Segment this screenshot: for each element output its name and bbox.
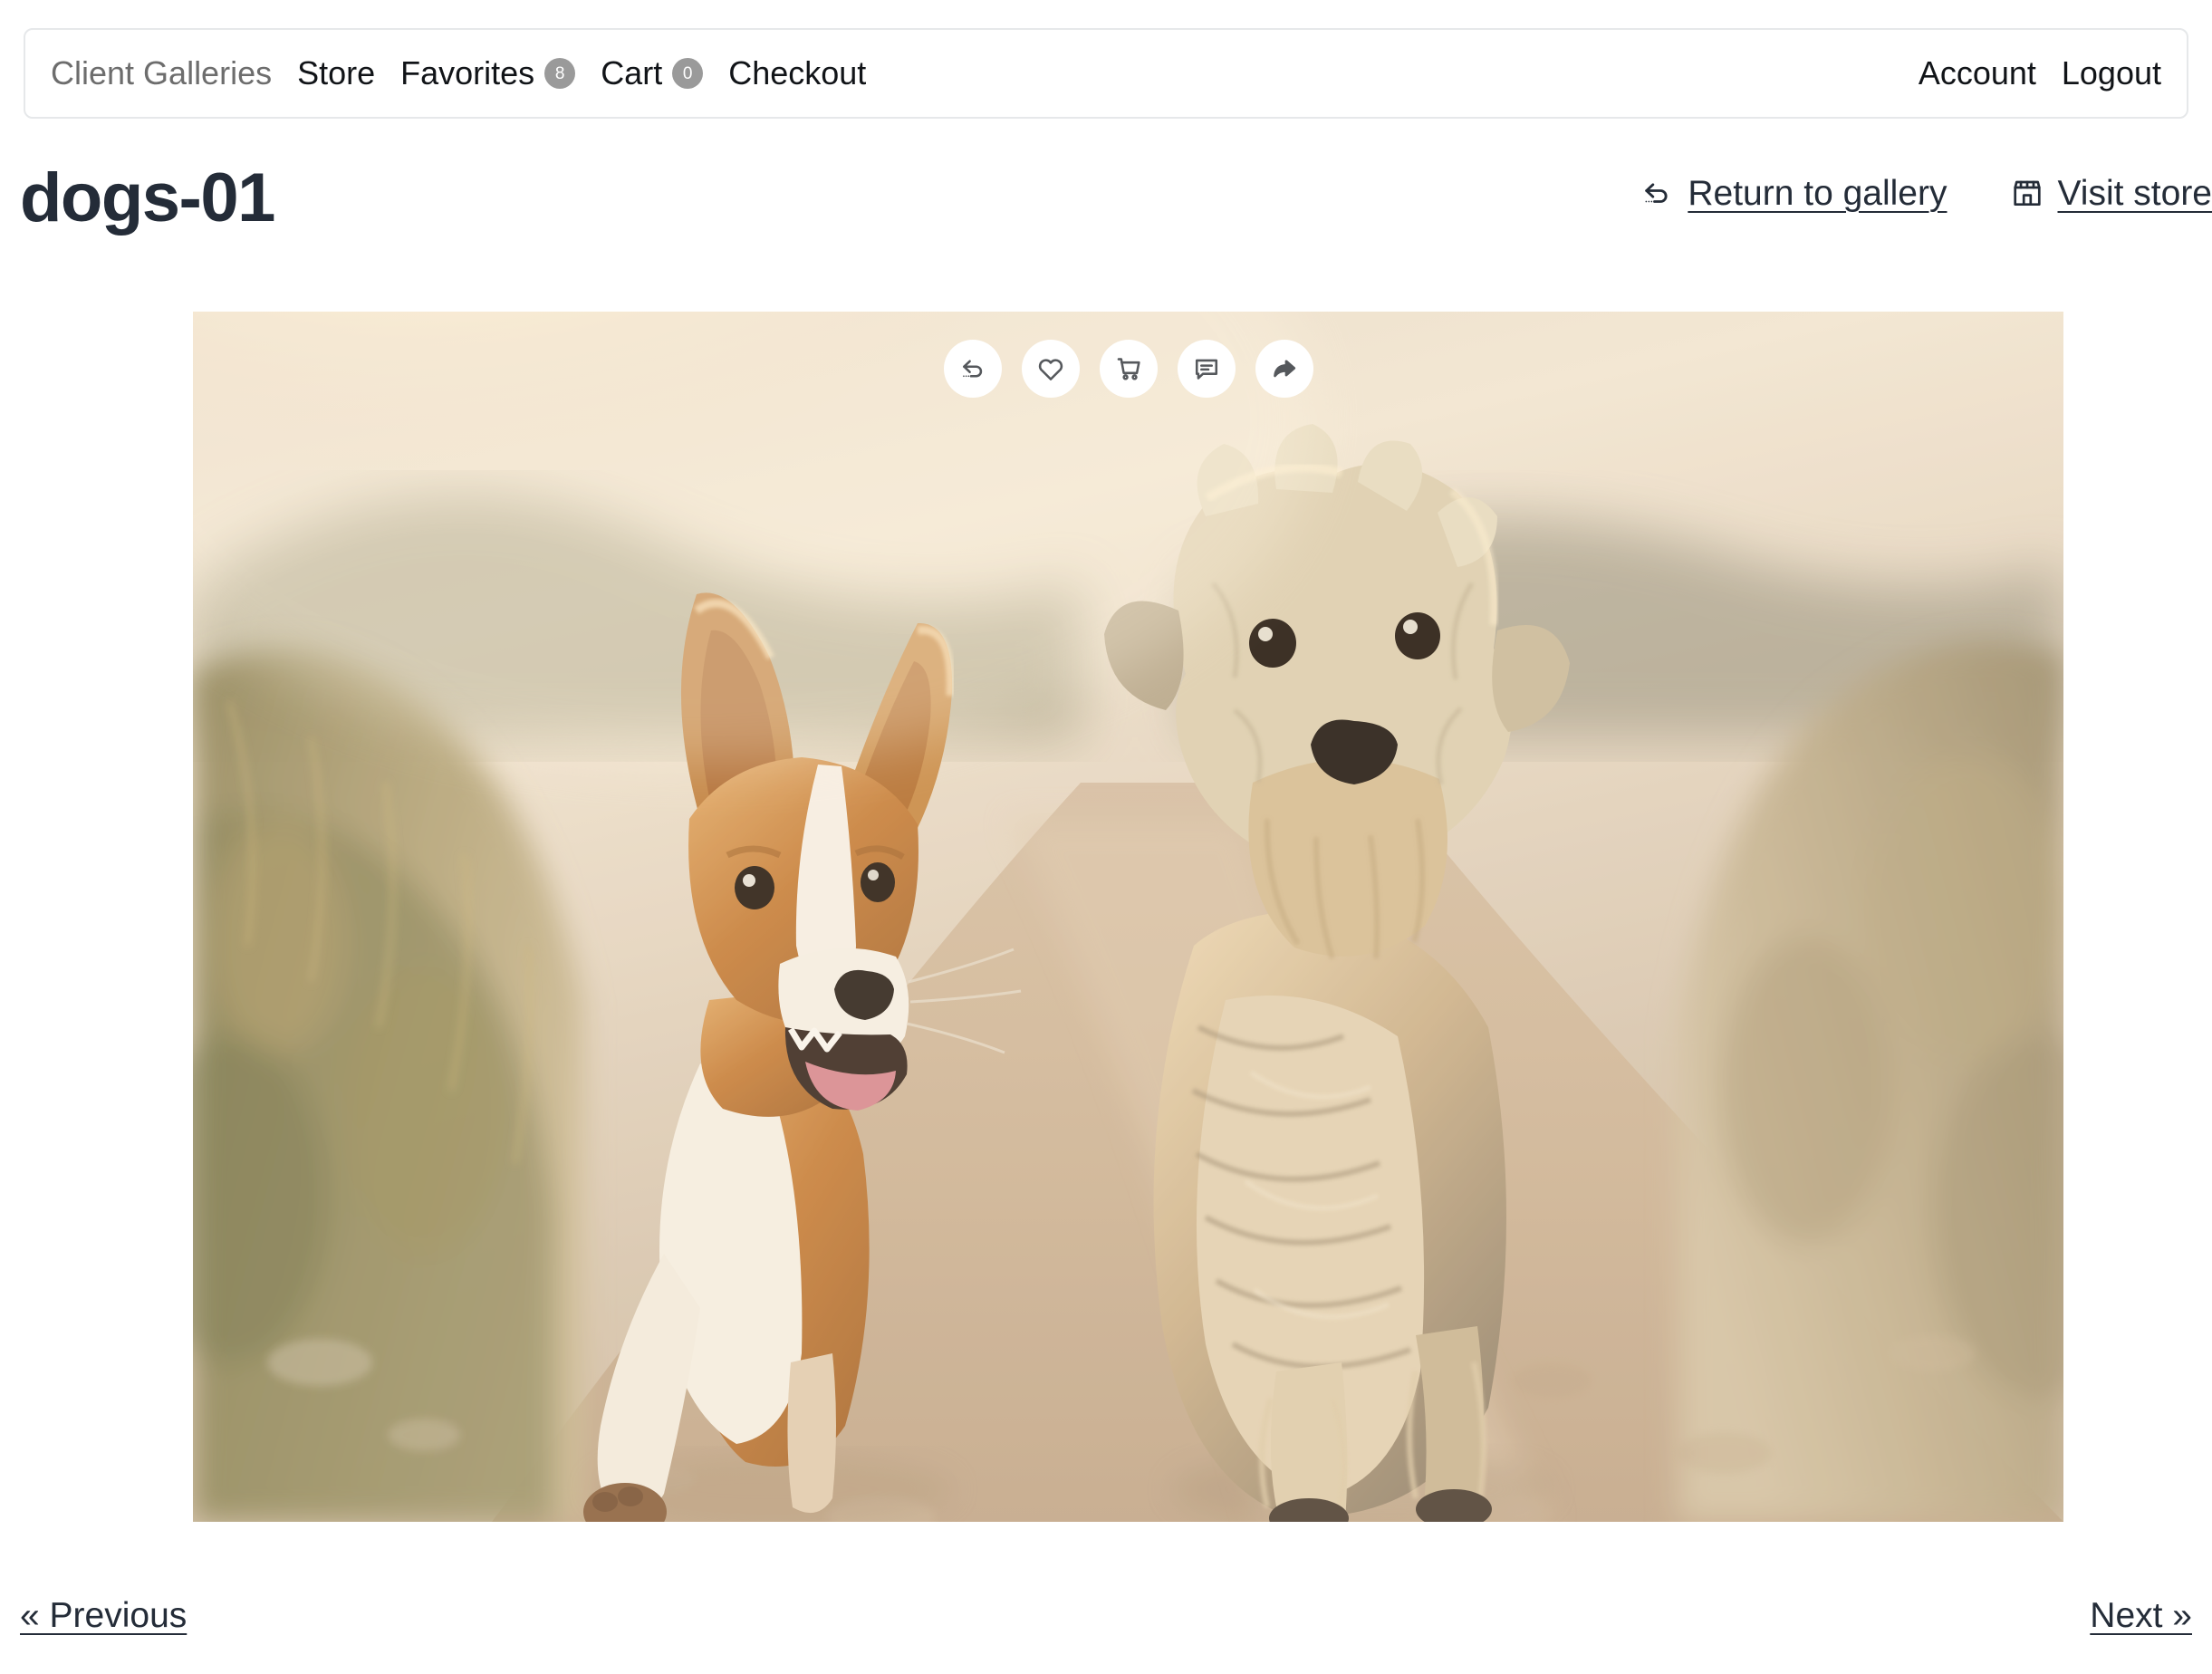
- undo-button[interactable]: [943, 340, 1002, 398]
- comment-icon: [1191, 353, 1222, 384]
- add-to-cart-button[interactable]: [1099, 340, 1158, 398]
- nav-item-account[interactable]: Account: [1919, 57, 2036, 90]
- nav-item-checkout[interactable]: Checkout: [728, 57, 866, 90]
- visit-store-link[interactable]: Visit store: [2010, 176, 2212, 211]
- heart-icon: [1035, 353, 1066, 384]
- photo-pager: « Previous Next »: [0, 1598, 2212, 1652]
- nav-item-label: Logout: [2061, 54, 2161, 91]
- nav-item-logout[interactable]: Logout: [2062, 57, 2161, 90]
- previous-photo-link[interactable]: « Previous: [20, 1598, 187, 1633]
- nav-item-label: Client Galleries: [51, 54, 273, 91]
- share-icon: [1269, 353, 1300, 384]
- nav-item-client-galleries[interactable]: Client Galleries: [51, 57, 272, 90]
- nav-item-label: Store: [297, 54, 376, 91]
- favorite-button[interactable]: [1021, 340, 1080, 398]
- nav-item-label: Account: [1918, 54, 2036, 91]
- share-button[interactable]: [1255, 340, 1313, 398]
- nav-item-label: Favorites: [400, 54, 535, 91]
- nav-item-label: Cart: [601, 54, 663, 91]
- nav-item-label: Checkout: [728, 54, 867, 91]
- main-navbar: Client Galleries Store Favorites 8 Cart …: [24, 28, 2188, 119]
- return-to-gallery-link[interactable]: Return to gallery: [1639, 175, 1947, 211]
- header-actions: Return to gallery Visit store: [1639, 175, 2212, 211]
- nav-item-store[interactable]: Store: [297, 57, 375, 90]
- favorites-count-badge: 8: [544, 58, 576, 89]
- page-title: dogs-01: [20, 159, 275, 236]
- photo-action-toolbar: [943, 340, 1313, 398]
- page-header: dogs-01 Return to gallery Visit store: [0, 159, 2212, 258]
- visit-store-label: Visit store: [2057, 173, 2212, 213]
- navbar-right-group: Account Logout: [1919, 57, 2161, 90]
- cart-icon: [1113, 353, 1144, 384]
- next-photo-link[interactable]: Next »: [2090, 1598, 2192, 1633]
- undo-icon: [957, 353, 988, 384]
- comment-button[interactable]: [1177, 340, 1236, 398]
- back-arrow-icon: [1639, 175, 1675, 211]
- nav-item-cart[interactable]: Cart 0: [601, 54, 704, 91]
- storefront-icon: [2010, 176, 2044, 210]
- photo-image[interactable]: [193, 312, 2063, 1522]
- photo-stage: [193, 312, 2063, 1522]
- navbar-left-group: Client Galleries Store Favorites 8 Cart …: [51, 57, 866, 90]
- cart-count-badge: 0: [672, 58, 704, 89]
- return-to-gallery-label: Return to gallery: [1688, 173, 1948, 213]
- nav-item-favorites[interactable]: Favorites 8: [400, 54, 576, 91]
